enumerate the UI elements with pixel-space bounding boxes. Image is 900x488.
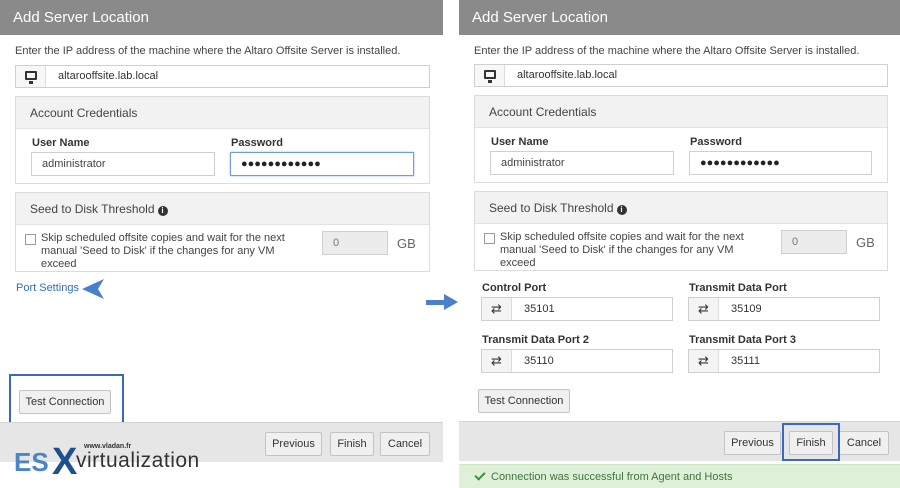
threshold-input[interactable]: 0 bbox=[322, 231, 388, 255]
dialog-add-server-location-left: Add Server Location Enter the IP address… bbox=[0, 0, 443, 488]
username-label: User Name bbox=[491, 136, 549, 148]
highlight-box bbox=[782, 423, 840, 461]
seed-threshold-section: Seed to Disk Threshold i Skip scheduled o… bbox=[474, 191, 888, 271]
success-message: Connection was successful from Agent and… bbox=[459, 464, 900, 488]
previous-button[interactable]: Previous bbox=[265, 432, 322, 456]
monitor-icon bbox=[25, 71, 37, 84]
section-heading: Seed to Disk Threshold i bbox=[475, 192, 887, 224]
account-credentials-section: Account Credentials User Name administra… bbox=[474, 95, 888, 183]
skip-copies-checkbox[interactable] bbox=[484, 233, 495, 244]
cancel-button[interactable]: Cancel bbox=[380, 432, 430, 456]
port-settings-link[interactable]: Port Settings bbox=[16, 282, 79, 294]
host-value: altarooffsite.lab.local bbox=[58, 70, 159, 82]
skip-copies-checkbox[interactable] bbox=[25, 234, 36, 245]
threshold-unit: GB bbox=[856, 235, 875, 250]
section-heading-text: Seed to Disk Threshold bbox=[30, 202, 155, 216]
skip-copies-text: Skip scheduled offsite copies and wait f… bbox=[500, 231, 744, 269]
host-icon-cell bbox=[475, 65, 505, 86]
control-port-label: Control Port bbox=[482, 282, 547, 294]
info-icon[interactable]: i bbox=[157, 206, 168, 216]
username-input[interactable]: administrator bbox=[31, 152, 215, 176]
seed-threshold-section: Seed to Disk Threshold i Skip scheduled o… bbox=[15, 192, 430, 272]
dialog-description: Enter the IP address of the machine wher… bbox=[15, 45, 401, 57]
transmit-data-port-3-label: Transmit Data Port 3 bbox=[689, 334, 796, 346]
password-label: Password bbox=[690, 136, 742, 148]
skip-copies-text: Skip scheduled offsite copies and wait f… bbox=[41, 232, 285, 270]
host-icon-cell bbox=[16, 66, 46, 87]
host-input[interactable]: altarooffsite.lab.local bbox=[15, 65, 430, 88]
success-text: Connection was successful from Agent and… bbox=[491, 471, 733, 483]
blue-arrow-icon bbox=[82, 279, 104, 299]
swap-arrows-icon: ⇄ bbox=[689, 350, 719, 372]
transmit-data-port-2-input[interactable]: ⇄ 35110 bbox=[481, 349, 673, 373]
section-heading: Seed to Disk Threshold i bbox=[16, 193, 429, 225]
blue-arrow-icon bbox=[426, 294, 458, 310]
previous-button[interactable]: Previous bbox=[724, 431, 781, 455]
threshold-input[interactable]: 0 bbox=[781, 230, 847, 254]
transmit-data-port-label: Transmit Data Port bbox=[689, 282, 787, 294]
section-heading: Account Credentials bbox=[16, 97, 429, 129]
watermark-logo: ES X www.vladan.fr virtualization bbox=[12, 441, 222, 483]
host-value: altarooffsite.lab.local bbox=[517, 69, 618, 81]
dialog-title: Add Server Location bbox=[459, 0, 900, 35]
host-input[interactable]: altarooffsite.lab.local bbox=[474, 64, 888, 87]
transmit-data-port-2-value: 35110 bbox=[524, 355, 554, 367]
transmit-data-port-value: 35109 bbox=[731, 303, 762, 315]
panel-divider bbox=[443, 0, 459, 488]
logo-es: ES bbox=[14, 447, 49, 477]
control-port-input[interactable]: ⇄ 35101 bbox=[481, 297, 673, 321]
swap-arrows-icon: ⇄ bbox=[689, 298, 719, 320]
highlight-box bbox=[9, 374, 124, 424]
swap-arrows-icon: ⇄ bbox=[482, 298, 512, 320]
threshold-unit: GB bbox=[397, 236, 416, 251]
logo-x: X bbox=[52, 441, 78, 483]
transmit-data-port-2-label: Transmit Data Port 2 bbox=[482, 334, 589, 346]
control-port-value: 35101 bbox=[524, 303, 555, 315]
cancel-button[interactable]: Cancel bbox=[839, 431, 889, 455]
password-input[interactable]: ●●●●●●●●●●●● bbox=[689, 151, 872, 175]
section-heading-text: Seed to Disk Threshold bbox=[489, 201, 614, 215]
swap-arrows-icon: ⇄ bbox=[482, 350, 512, 372]
test-connection-button[interactable]: Test Connection bbox=[478, 389, 570, 413]
transmit-data-port-input[interactable]: ⇄ 35109 bbox=[688, 297, 880, 321]
transmit-data-port-3-value: 35111 bbox=[731, 355, 760, 367]
check-icon bbox=[474, 469, 486, 481]
password-input[interactable]: ●●●●●●●●●●●● bbox=[230, 152, 414, 176]
dialog-add-server-location-right: Add Server Location Enter the IP address… bbox=[459, 0, 900, 488]
dialog-title: Add Server Location bbox=[0, 0, 443, 35]
dialog-description: Enter the IP address of the machine wher… bbox=[474, 45, 860, 57]
finish-button[interactable]: Finish bbox=[330, 432, 374, 456]
account-credentials-section: Account Credentials User Name administra… bbox=[15, 96, 430, 184]
password-label: Password bbox=[231, 137, 283, 149]
info-icon[interactable]: i bbox=[616, 205, 627, 215]
transmit-data-port-3-input[interactable]: ⇄ 35111 bbox=[688, 349, 880, 373]
username-label: User Name bbox=[32, 137, 90, 149]
username-input[interactable]: administrator bbox=[490, 151, 674, 175]
monitor-icon bbox=[484, 70, 496, 83]
logo-word: virtualization bbox=[76, 449, 200, 472]
section-heading: Account Credentials bbox=[475, 96, 887, 128]
